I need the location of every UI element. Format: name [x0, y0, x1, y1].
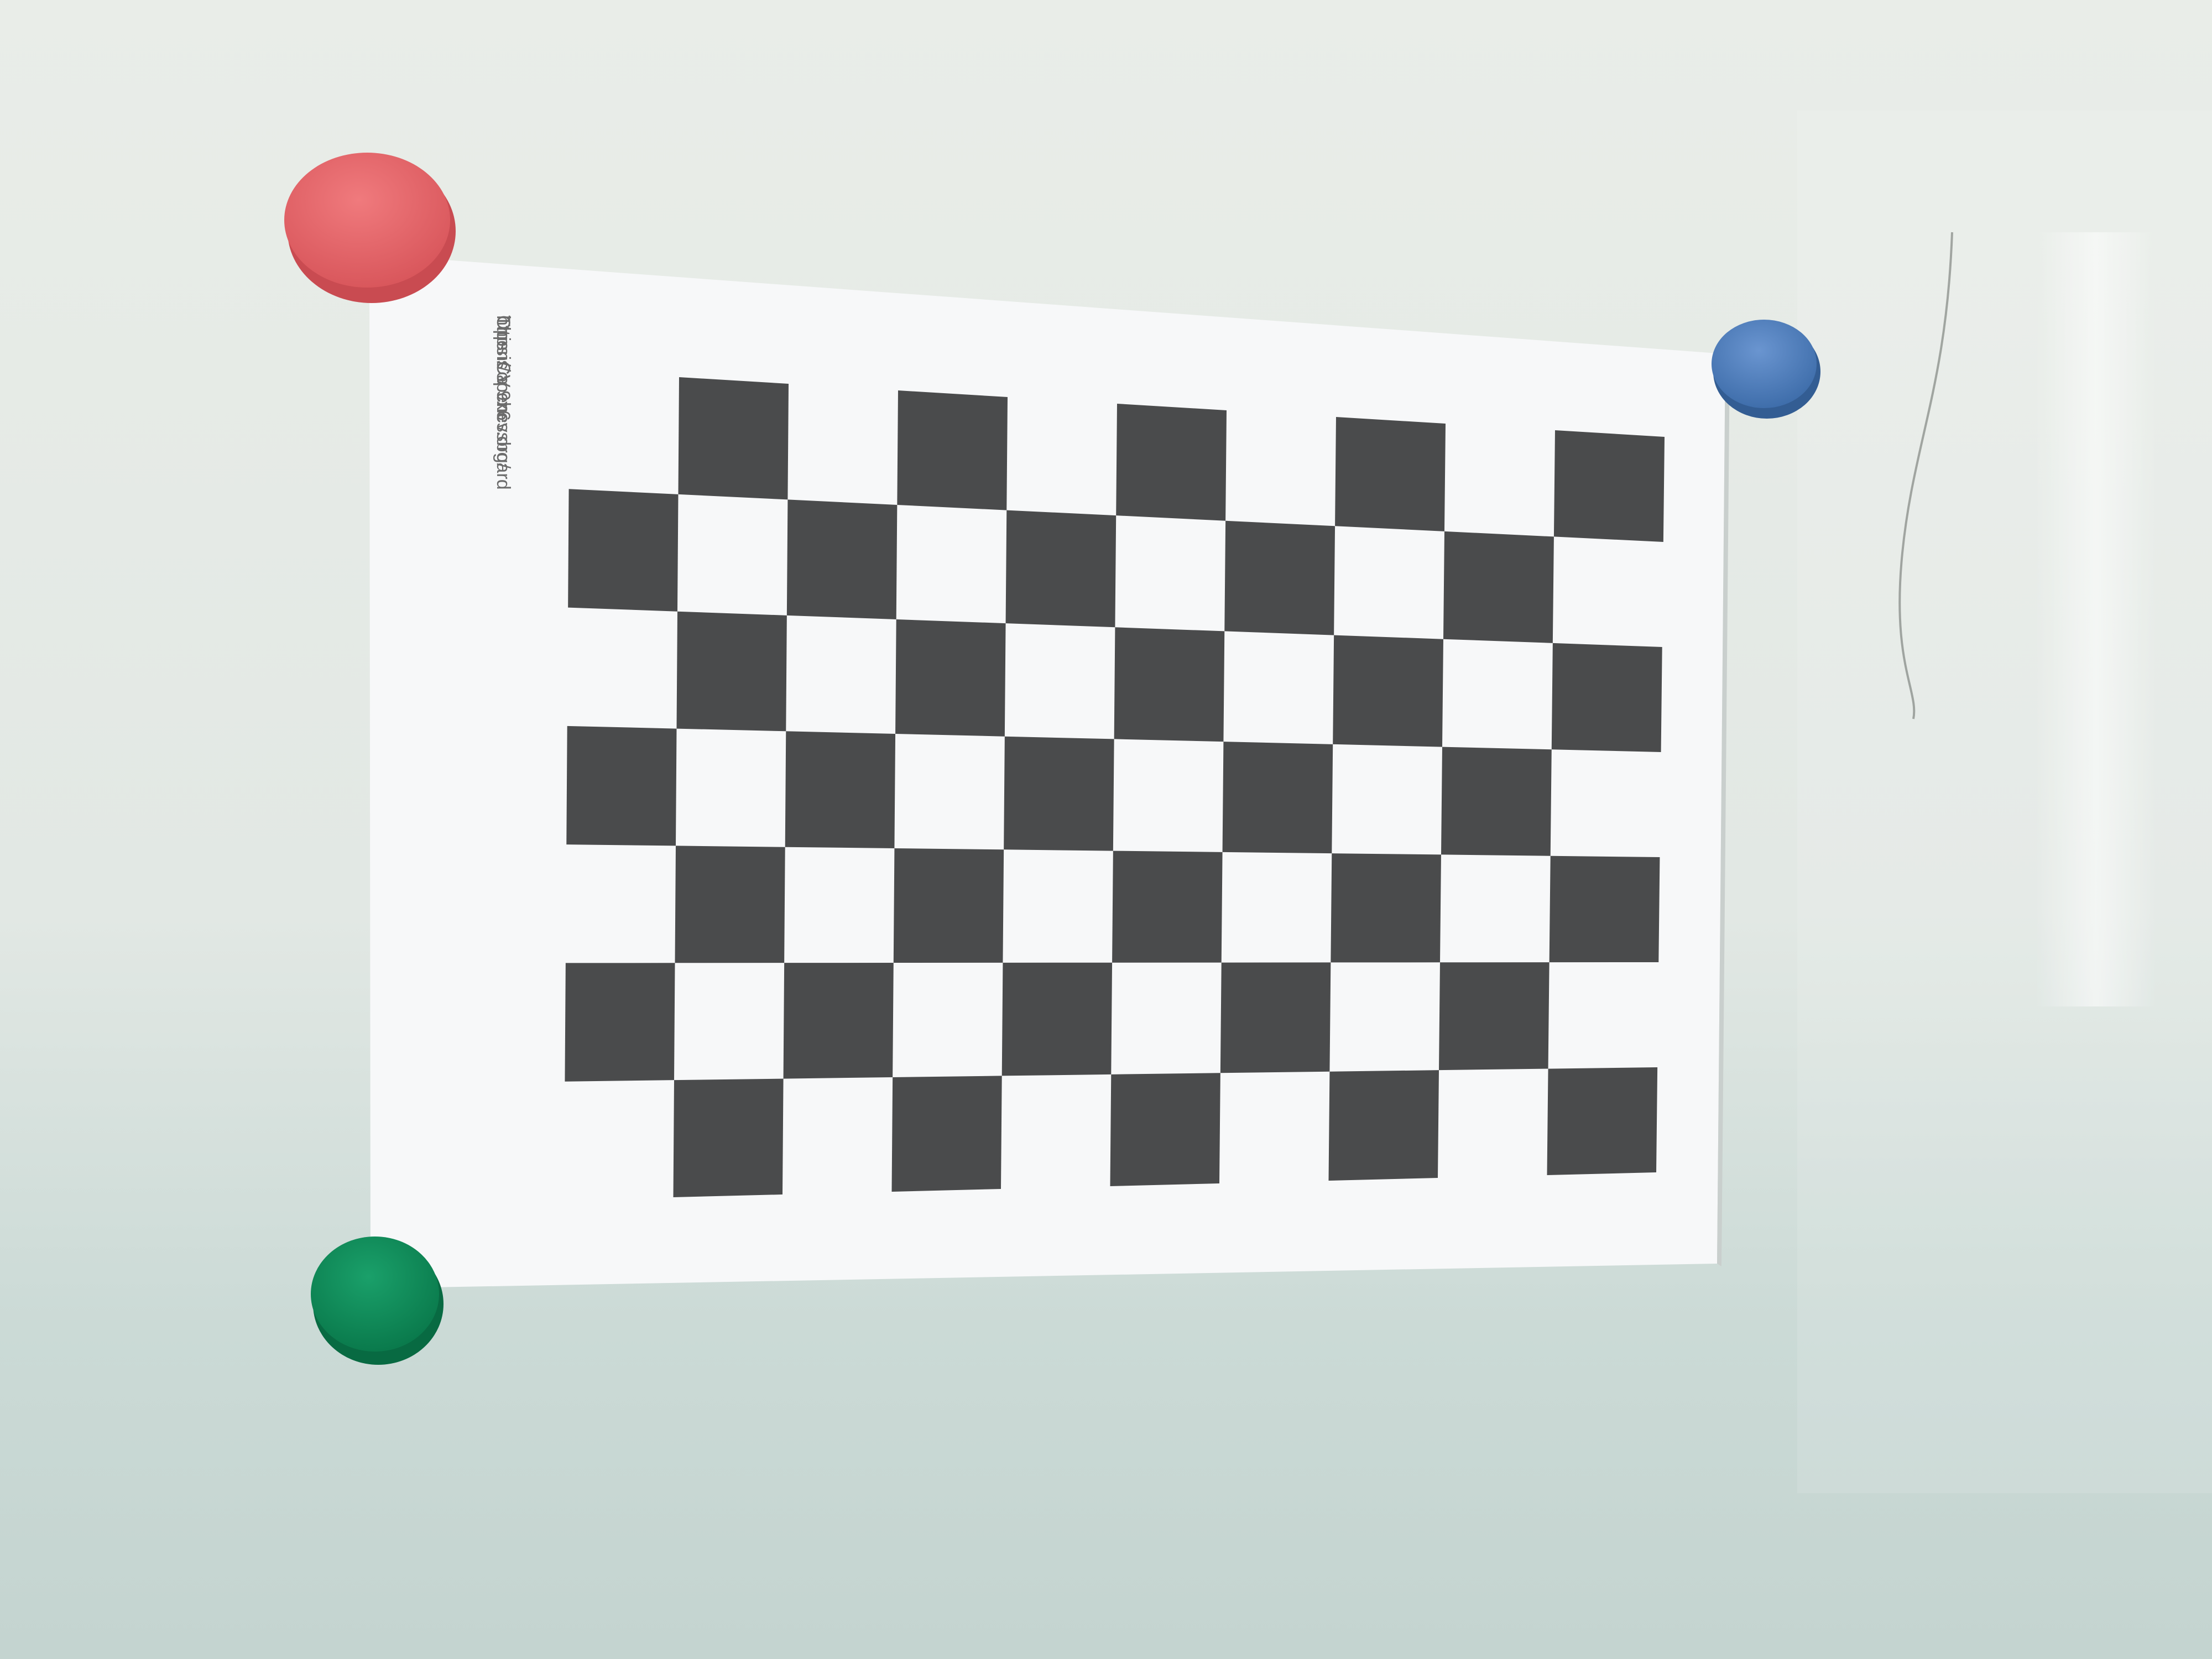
chessboard-square: [1549, 855, 1660, 963]
chessboard-square: [1116, 404, 1227, 521]
chessboard-square: [678, 377, 789, 500]
chessboard-square: [1335, 417, 1446, 531]
chessboard-square: [1220, 962, 1331, 1073]
chessboard-square: [1222, 742, 1333, 854]
chessboard-square: [673, 1078, 784, 1197]
chessboard-square: [1112, 851, 1223, 963]
chessboard-square: [1224, 520, 1335, 635]
chessboard-square: [675, 846, 785, 963]
chessboard-square: [1110, 1073, 1220, 1186]
chessboard-square: [1551, 643, 1662, 752]
chessboard-square: [1441, 747, 1552, 856]
chessboard-square: [1443, 531, 1554, 643]
chessboard-square: [1001, 962, 1113, 1076]
chessboard-square: [566, 726, 677, 846]
caption-line-3: https://opencv.org/: [493, 315, 514, 469]
chessboard-square: [786, 499, 898, 619]
chessboard-square: [1547, 1067, 1658, 1175]
chessboard-square: [897, 390, 1008, 510]
chessboard-square: [785, 731, 896, 848]
chessboard-square: [1328, 1070, 1439, 1181]
right-wall-highlight: [1797, 111, 2212, 1493]
chessboard-square: [1331, 853, 1441, 963]
photo-scene: [0, 0, 2212, 1659]
chessboard-square: [891, 1076, 1002, 1192]
chessboard-square: [1439, 962, 1550, 1071]
chessboard-square: [893, 848, 1004, 963]
chessboard-square: [1333, 635, 1443, 747]
chessboard-square: [783, 963, 894, 1079]
chessboard-square: [895, 619, 1006, 737]
chessboard-square: [676, 611, 787, 732]
chessboard-square: [1553, 430, 1665, 542]
chessboard-square: [568, 489, 679, 612]
chessboard-square: [1005, 510, 1117, 628]
chessboard-square: [1114, 627, 1225, 742]
chessboard-square: [1004, 736, 1114, 851]
chessboard-square: [565, 963, 675, 1082]
